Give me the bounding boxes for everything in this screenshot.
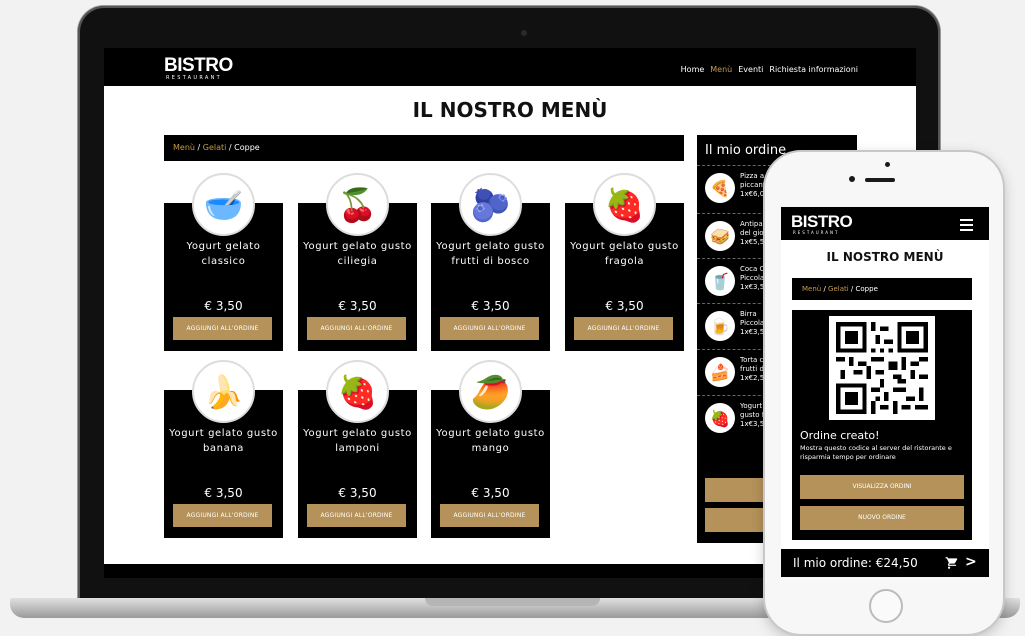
nav-events[interactable]: Eventi (738, 65, 763, 74)
phone-sensor (885, 162, 890, 167)
order-title: Il mio ordine (705, 143, 787, 158)
product-card: 🍒 Yogurt gelato gusto ciliegia € 3,50 AG… (298, 173, 417, 351)
product-name: Yogurt gelato gusto frutti di bosco (436, 241, 545, 267)
mobile-content: IL NOSTRO MENÙ Menù / Gelati / Coppe Ord… (781, 240, 989, 549)
order-created-card: Ordine creato! Mostra questo codice al s… (792, 310, 972, 540)
logo-word: BISTRO (164, 55, 233, 76)
breadcrumb-current: Coppe (855, 285, 878, 293)
cola-icon: 🥤 (705, 266, 735, 296)
product-name: Yogurt gelato gusto banana (169, 428, 278, 454)
breadcrumb-gelati[interactable]: Gelati (828, 285, 849, 293)
qr-code-icon (836, 322, 928, 414)
mobile-screen: BISTRO RESTAURANT IL NOSTRO MENÙ Menù / … (781, 207, 989, 577)
product-price: € 3,50 (204, 299, 243, 313)
product-price: € 3,50 (471, 486, 510, 500)
product-price: € 3,50 (204, 486, 243, 500)
add-to-order-button[interactable]: AGGIUNGI ALL'ORDINE (173, 504, 272, 527)
product-name: Yogurt gelato gusto ciliegia (303, 241, 412, 267)
mobile-breadcrumb: Menù / Gelati / Coppe (792, 278, 972, 300)
cake-icon: 🍰 (705, 357, 735, 387)
shopping-cart-icon[interactable] (945, 556, 959, 570)
raspberry-icon: 🍓 (326, 360, 389, 423)
cherry-icon: 🍒 (326, 173, 389, 236)
nav-info-request[interactable]: Richiesta informazioni (769, 65, 858, 74)
main-nav: Home Menù Eventi Richiesta informazioni (681, 65, 858, 74)
home-button[interactable] (869, 589, 903, 623)
product-price: € 3,50 (338, 486, 377, 500)
page-title: IL NOSTRO MENÙ (412, 98, 608, 122)
breadcrumb-separator: / (194, 143, 203, 152)
order-created-heading: Ordine creato! (800, 429, 880, 442)
add-to-order-button[interactable]: AGGIUNGI ALL'ORDINE (307, 317, 406, 340)
beer-icon: 🍺 (705, 311, 735, 341)
laptop-notch (425, 598, 600, 606)
breadcrumb-current: Coppe (234, 143, 260, 152)
strawberry-icon: 🍓 (593, 173, 656, 236)
pizza-icon: 🍕 (705, 173, 735, 203)
add-to-order-button[interactable]: AGGIUNGI ALL'ORDINE (440, 504, 539, 527)
logo[interactable]: BISTRO RESTAURANT (164, 56, 233, 81)
product-name: Yogurt gelato gusto fragola (570, 241, 679, 267)
phone-frame: BISTRO RESTAURANT IL NOSTRO MENÙ Menù / … (765, 152, 1003, 634)
add-to-order-button[interactable]: AGGIUNGI ALL'ORDINE (574, 317, 673, 340)
breadcrumb-gelati[interactable]: Gelati (203, 143, 227, 152)
product-card: 🍓 Yogurt gelato gusto fragola € 3,50 AGG… (565, 173, 684, 351)
new-order-button[interactable]: NUOVO ORDINE (800, 506, 964, 530)
breadcrumb-menu[interactable]: Menù (173, 143, 195, 152)
site-header: BISTRO RESTAURANT Home Menù Eventi Richi… (104, 48, 916, 86)
appetizer-icon: 🥪 (705, 221, 735, 251)
product-name: Yogurt gelato gusto mango (436, 428, 545, 454)
order-total-text: Il mio ordine: €24,50 (793, 556, 918, 570)
product-name: Yogurt gelato gusto lamponi (303, 428, 412, 454)
add-to-order-button[interactable]: AGGIUNGI ALL'ORDINE (307, 504, 406, 527)
order-created-description: Mostra questo codice al server del risto… (800, 444, 952, 461)
logo-word: BISTRO (791, 212, 853, 231)
product-price: € 3,50 (338, 299, 377, 313)
product-card: 🥣 Yogurt gelato classico € 3,50 AGGIUNGI… (164, 173, 283, 351)
view-orders-button[interactable]: VISUALIZZA ORDINI (800, 475, 964, 499)
yogurt-icon: 🥣 (192, 173, 255, 236)
mobile-page-title: IL NOSTRO MENÙ (826, 250, 944, 264)
breadcrumb-separator: / (226, 143, 235, 152)
mobile-header: BISTRO RESTAURANT (781, 207, 989, 240)
order-total-bar[interactable]: Il mio ordine: €24,50 > (781, 549, 989, 577)
banana-icon: 🍌 (192, 360, 255, 423)
product-card: 🫐 Yogurt gelato gusto frutti di bosco € … (431, 173, 550, 351)
webcam-icon (521, 30, 527, 36)
mobile-logo[interactable]: BISTRO RESTAURANT (791, 212, 853, 236)
product-price: € 3,50 (605, 299, 644, 313)
front-camera-icon (849, 176, 855, 182)
product-price: € 3,50 (471, 299, 510, 313)
yogurt-strawberry-icon: 🍓 (705, 403, 735, 433)
chevron-right-icon[interactable]: > (965, 554, 977, 570)
product-card: 🍓 Yogurt gelato gusto lamponi € 3,50 AGG… (298, 360, 417, 538)
qr-code (829, 316, 935, 420)
product-name: Yogurt gelato classico (186, 241, 261, 267)
hamburger-menu-icon[interactable] (960, 219, 973, 234)
product-card: 🍌 Yogurt gelato gusto banana € 3,50 AGGI… (164, 360, 283, 538)
breadcrumb-menu[interactable]: Menù (802, 285, 821, 293)
mango-icon: 🥭 (459, 360, 522, 423)
berries-icon: 🫐 (459, 173, 522, 236)
product-card: 🥭 Yogurt gelato gusto mango € 3,50 AGGIU… (431, 360, 550, 538)
nav-home[interactable]: Home (681, 65, 705, 74)
phone-speaker (865, 178, 895, 182)
add-to-order-button[interactable]: AGGIUNGI ALL'ORDINE (440, 317, 539, 340)
add-to-order-button[interactable]: AGGIUNGI ALL'ORDINE (173, 317, 272, 340)
nav-menu[interactable]: Menù (710, 65, 732, 74)
breadcrumb-separator: / (848, 285, 856, 293)
breadcrumb: Menù / Gelati / Coppe (164, 135, 684, 161)
